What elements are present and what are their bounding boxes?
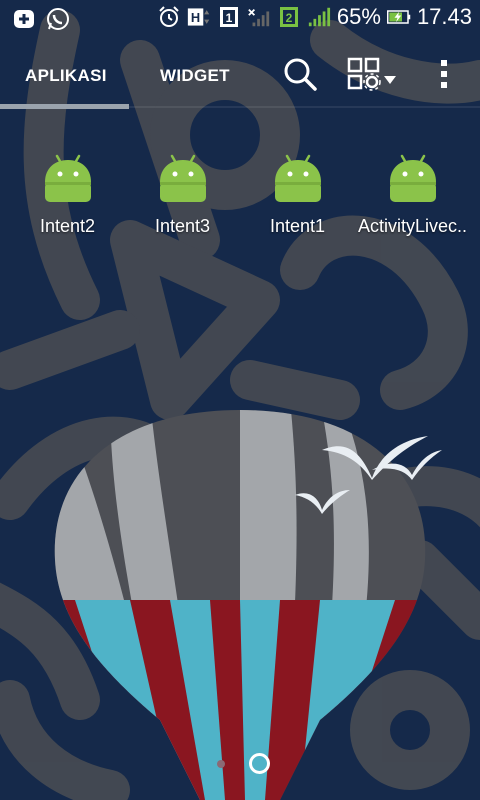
- view-settings-button[interactable]: [346, 56, 398, 92]
- app-item[interactable]: ActivityLivec..: [355, 150, 470, 237]
- status-time: 17.43: [416, 4, 472, 29]
- overflow-menu-icon: [441, 60, 447, 88]
- svg-text:2: 2: [286, 11, 293, 25]
- page-indicator: [0, 752, 480, 776]
- search-button[interactable]: [282, 56, 318, 92]
- tab-divider: [129, 106, 480, 108]
- signal-strong-icon: [307, 5, 331, 29]
- overflow-menu-button[interactable]: [434, 56, 454, 92]
- status-bar: H 1 2 65% 17.43: [0, 0, 480, 38]
- app-drawer-header: APLIKASI WIDGET: [0, 40, 480, 110]
- battery-percent: 65%: [336, 4, 381, 29]
- network-h-icon: H: [187, 5, 211, 29]
- sim1-icon: 1: [217, 5, 241, 29]
- tab-widget[interactable]: WIDGET: [160, 66, 230, 86]
- app-item[interactable]: Intent1: [240, 150, 355, 237]
- app-item[interactable]: Intent2: [10, 150, 125, 237]
- app-grid: Intent2 Intent3 Intent1 ActivityLivec..: [0, 150, 480, 250]
- android-icon: [389, 154, 436, 202]
- add-notification-icon: [12, 7, 36, 31]
- svg-text:H: H: [191, 10, 200, 25]
- android-icon: [159, 154, 206, 202]
- page-dot[interactable]: [217, 760, 225, 768]
- grid-settings-icon: [347, 57, 396, 91]
- alarm-icon: [157, 5, 181, 29]
- android-icon: [274, 154, 321, 202]
- app-item[interactable]: Intent3: [125, 150, 240, 237]
- app-label: Intent2: [39, 216, 96, 236]
- wallpaper: [0, 0, 480, 800]
- tab-indicator: [0, 104, 129, 109]
- sim2-icon: 2: [277, 5, 301, 29]
- android-icon: [44, 154, 91, 202]
- home-page-dot[interactable]: [249, 753, 270, 774]
- signal-weak-icon: [247, 5, 271, 29]
- tab-apps[interactable]: APLIKASI: [25, 66, 107, 86]
- battery-charging-icon: [386, 5, 411, 29]
- app-label: Intent3: [154, 216, 211, 236]
- search-icon: [284, 58, 317, 91]
- app-label: Intent1: [269, 216, 326, 236]
- svg-text:1: 1: [226, 11, 233, 25]
- whatsapp-icon: [46, 7, 70, 31]
- app-label: ActivityLivec..: [357, 216, 468, 236]
